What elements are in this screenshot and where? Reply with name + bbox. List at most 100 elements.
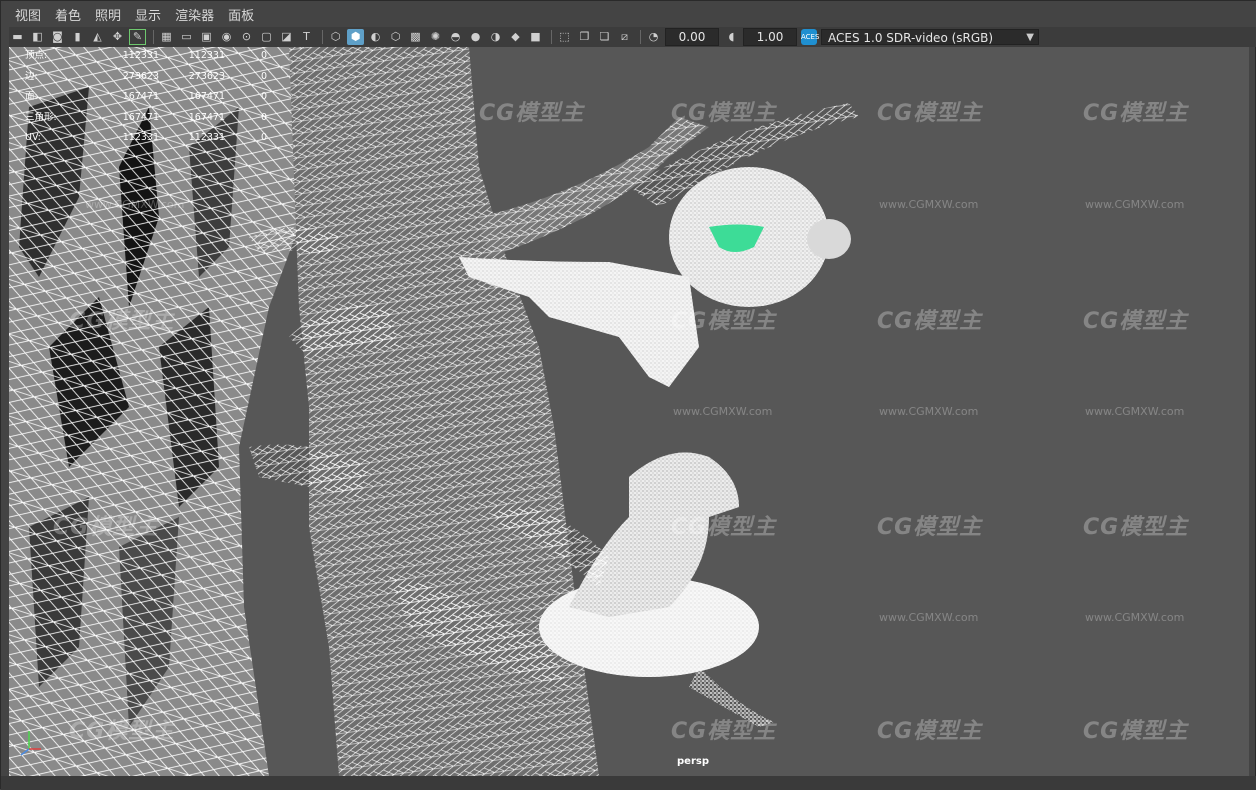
smooth-shade-icon[interactable]: ⬢ <box>347 29 364 45</box>
hud-row-uvs: UV: 112331 112331 0 <box>25 128 267 149</box>
watermark-url: www.CGMXW.com <box>1085 198 1185 211</box>
ambient-occlusion-icon[interactable]: ● <box>467 29 484 45</box>
exposure-icon[interactable]: ◔ <box>645 29 662 45</box>
timeline-strip[interactable] <box>1 776 1256 790</box>
watermark-brand: CG模型主 <box>69 309 175 334</box>
hud-value: 112331 <box>122 132 159 143</box>
menu-renderer[interactable]: 渲染器 <box>175 5 214 24</box>
hud-value: 167471 <box>188 91 225 102</box>
menu-shading[interactable]: 着色 <box>55 5 81 24</box>
wireframe-scene <box>9 47 859 776</box>
watermark-url: www.CGMXW.com <box>85 198 185 211</box>
hud-value: 273623 <box>188 70 225 82</box>
hud-label: 面: <box>25 91 38 102</box>
rock-cliff-mesh <box>9 47 309 776</box>
watermark-url: www.CGMXW.com <box>879 198 979 211</box>
hud-value: 0 <box>260 50 267 61</box>
hud-row-edges: 边: 273623 273623 0 <box>25 67 267 88</box>
textured-icon[interactable]: ▩ <box>407 29 424 45</box>
text-icon[interactable]: T <box>298 29 315 45</box>
isolate-select-icon[interactable]: ⬚ <box>556 29 573 45</box>
watermark-brand: CG模型主 <box>877 515 983 540</box>
menu-panels[interactable]: 面板 <box>228 5 254 24</box>
hud-value: 273623 <box>122 70 159 82</box>
menu-show[interactable]: 显示 <box>135 5 161 24</box>
gate-mask-icon[interactable]: ◉ <box>218 29 235 45</box>
view-transform-dropdown[interactable]: ACES 1.0 SDR-video (sRGB) ▼ <box>821 29 1039 45</box>
hud-value: 112331 <box>188 132 225 143</box>
hud-value: 0 <box>260 132 267 143</box>
color-management-icon[interactable]: ACES <box>801 29 819 45</box>
hud-label: 三角形: <box>25 111 57 123</box>
field-chart-icon[interactable]: ⊙ <box>238 29 255 45</box>
safe-title-icon[interactable]: ◪ <box>278 29 295 45</box>
image-plane-icon[interactable]: ◭ <box>89 29 106 45</box>
wireframe-on-shaded-icon[interactable]: ⬡ <box>387 29 404 45</box>
hud-value: 167471 <box>122 111 159 123</box>
hud-label: 顶点: <box>25 50 48 61</box>
watermark-url: www.CGMXW.com <box>879 405 979 418</box>
hud-value: 0 <box>260 111 267 123</box>
gamma-field[interactable]: 1.00 <box>743 28 797 46</box>
hud-value: 167471 <box>122 91 159 102</box>
bookmark-icon[interactable]: ▮ <box>69 29 86 45</box>
exposure-field[interactable]: 0.00 <box>665 28 719 46</box>
chevron-down-icon: ▼ <box>1026 32 1034 43</box>
resolution-gate-icon[interactable]: ▣ <box>198 29 215 45</box>
watermark-brand: CG模型主 <box>877 309 983 334</box>
safe-action-icon[interactable]: ▢ <box>258 29 275 45</box>
select-camera-icon[interactable]: ▬ <box>9 29 26 45</box>
watermark-brand: CG模型主 <box>1083 101 1189 126</box>
toolbar-separator <box>153 30 154 44</box>
panel-toolbar: ▬ ◧ ◙ ▮ ◭ ✥ ✎ ▦ ▭ ▣ ◉ ⊙ ▢ ◪ T ⬡ ⬢ ◐ ⬡ ▩ … <box>9 27 1256 47</box>
hud-label: 边: <box>25 70 38 82</box>
watermark-brand: CG模型主 <box>877 101 983 126</box>
watermark-brand: CG模型主 <box>1083 515 1189 540</box>
wireframe-icon[interactable]: ⬡ <box>327 29 344 45</box>
watermark-brand: CG模型主 <box>671 101 777 126</box>
watermark-url: www.CGMXW.com <box>673 405 773 418</box>
motion-blur-icon[interactable]: ◑ <box>487 29 504 45</box>
anti-alias-icon[interactable]: ◆ <box>507 29 524 45</box>
maya-viewport-window: 视图 着色 照明 显示 渲染器 面板 ▬ ◧ ◙ ▮ ◭ ✥ ✎ ▦ ▭ ▣ ◉… <box>0 0 1256 790</box>
toolbar-separator <box>322 30 323 44</box>
watermark-brand: CG模型主 <box>479 101 585 126</box>
default-material-icon[interactable]: ◐ <box>367 29 384 45</box>
menu-lighting[interactable]: 照明 <box>95 5 121 24</box>
hud-value: 112331 <box>188 50 225 61</box>
depth-of-field-icon[interactable]: ■ <box>527 29 544 45</box>
menu-view[interactable]: 视图 <box>15 5 41 24</box>
watermark-brand: CG模型主 <box>671 719 777 744</box>
watermark-url: www.CGMXW.com <box>879 611 979 624</box>
two-d-pan-icon[interactable]: ✥ <box>109 29 126 45</box>
film-gate-icon[interactable]: ▭ <box>178 29 195 45</box>
watermark-url: www.CGMXW.com <box>1085 405 1185 418</box>
poly-count-hud: 顶点: 112331 112331 0 边: 273623 273623 0 面… <box>25 47 267 149</box>
hud-row-triangles: 三角形: 167471 167471 0 <box>25 108 267 129</box>
grease-pencil-icon[interactable]: ✎ <box>129 29 146 45</box>
xray-icon[interactable]: ❐ <box>576 29 593 45</box>
view-transform-value: ACES 1.0 SDR-video (sRGB) <box>828 31 994 45</box>
toolbar-separator <box>640 30 641 44</box>
watermark-brand: CG模型主 <box>671 309 777 334</box>
hud-value: 167471 <box>188 111 225 123</box>
watermark-url: www.CGMXW.com <box>1085 611 1185 624</box>
hud-value: 112331 <box>122 50 159 61</box>
hud-label: UV: <box>25 132 41 143</box>
grid-icon[interactable]: ▦ <box>158 29 175 45</box>
watermark-brand: CG模型主 <box>53 515 159 540</box>
hud-value: 0 <box>260 70 267 82</box>
watermark-brand: CG模型主 <box>671 515 777 540</box>
watermark-brand: CG模型主 <box>1083 309 1189 334</box>
xray-joints-icon[interactable]: ❏ <box>596 29 613 45</box>
perspective-viewport[interactable]: CG模型主 CG模型主 CG模型主 CG模型主 www.CGMXW.com ww… <box>9 47 1249 776</box>
hud-row-faces: 面: 167471 167471 0 <box>25 87 267 108</box>
bookmark-camera-icon[interactable]: ◙ <box>49 29 66 45</box>
shadows-icon[interactable]: ◓ <box>447 29 464 45</box>
xray-active-icon[interactable]: ⧄ <box>616 29 633 45</box>
gamma-icon[interactable]: ◖ <box>723 29 740 45</box>
lights-icon[interactable]: ✺ <box>427 29 444 45</box>
camera-name-label: persp <box>677 756 709 767</box>
hud-row-vertices: 顶点: 112331 112331 0 <box>25 47 267 67</box>
camera-attributes-icon[interactable]: ◧ <box>29 29 46 45</box>
